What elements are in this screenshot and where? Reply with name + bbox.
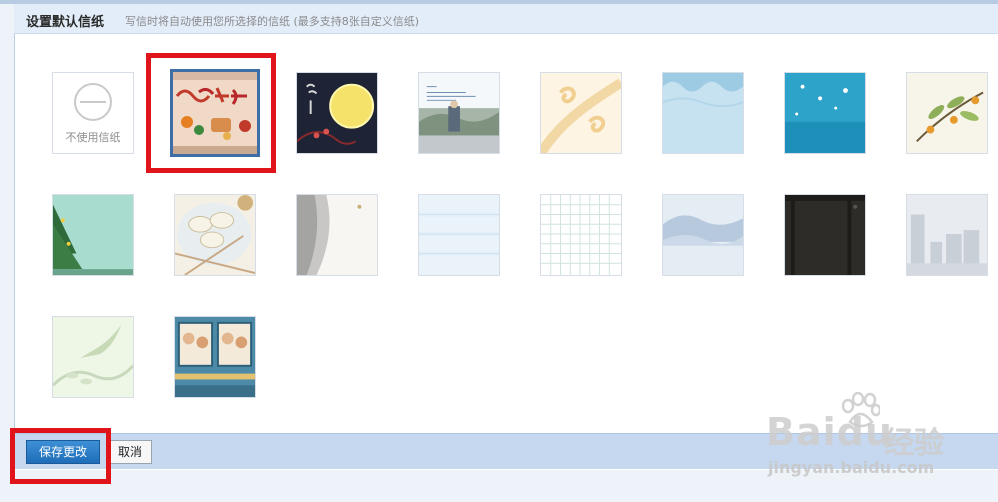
stationery-moon-night[interactable]	[296, 72, 378, 154]
stationery-mountains[interactable]	[662, 194, 744, 276]
stationery-photo-scene[interactable]	[418, 72, 500, 154]
mountains-thumbnail	[663, 195, 743, 275]
stationery-dumplings[interactable]	[174, 194, 256, 276]
page-description: 写信时将自动使用您所选择的信纸 (最多支持8张自定义信纸)	[125, 15, 420, 28]
stationery-grid[interactable]	[540, 194, 622, 276]
grid-thumbnail	[541, 195, 621, 275]
stationery-mid-autumn[interactable]	[170, 69, 260, 157]
stationery-feather[interactable]	[296, 194, 378, 276]
dark-metal-thumbnail	[785, 195, 865, 275]
mid-autumn-thumbnail	[173, 72, 257, 154]
stationery-dark-metal[interactable]	[784, 194, 866, 276]
hummingbird-thumbnail	[53, 317, 133, 397]
no-stationery-label: 不使用信纸	[65, 131, 121, 144]
swirl-thumbnail	[541, 73, 621, 153]
stationery-hummingbird[interactable]	[52, 316, 134, 398]
stationery-bus-passengers[interactable]	[174, 316, 256, 398]
stationery-blue-lines[interactable]	[418, 194, 500, 276]
save-button[interactable]: 保存更改	[26, 440, 100, 464]
stationery-none[interactable]: 不使用信纸	[52, 72, 134, 154]
bus-passengers-thumbnail	[175, 317, 255, 397]
stationery-blue-waves[interactable]	[662, 72, 744, 154]
dumplings-thumbnail	[175, 195, 255, 275]
cancel-button[interactable]: 取消	[108, 440, 152, 464]
teal-stars-thumbnail	[785, 73, 865, 153]
action-bar	[14, 433, 998, 469]
photo-scene-thumbnail	[419, 73, 499, 153]
no-stationery-icon	[74, 83, 112, 121]
olive-branch-thumbnail	[907, 73, 987, 153]
stationery-christmas-tree[interactable]	[52, 194, 134, 276]
christmas-tree-thumbnail	[53, 195, 133, 275]
city-skyline-thumbnail	[907, 195, 987, 275]
stationery-swirl[interactable]	[540, 72, 622, 154]
stationery-city-skyline[interactable]	[906, 194, 988, 276]
blue-lines-thumbnail	[419, 195, 499, 275]
page-title: 设置默认信纸	[26, 15, 105, 30]
moon-night-thumbnail	[297, 73, 377, 153]
feather-thumbnail	[297, 195, 377, 275]
blue-waves-thumbnail	[663, 73, 743, 153]
stationery-teal-stars[interactable]	[784, 72, 866, 154]
stationery-olive-branch[interactable]	[906, 72, 988, 154]
panel-header: 设置默认信纸 写信时将自动使用您所选择的信纸 (最多支持8张自定义信纸)	[14, 4, 998, 34]
